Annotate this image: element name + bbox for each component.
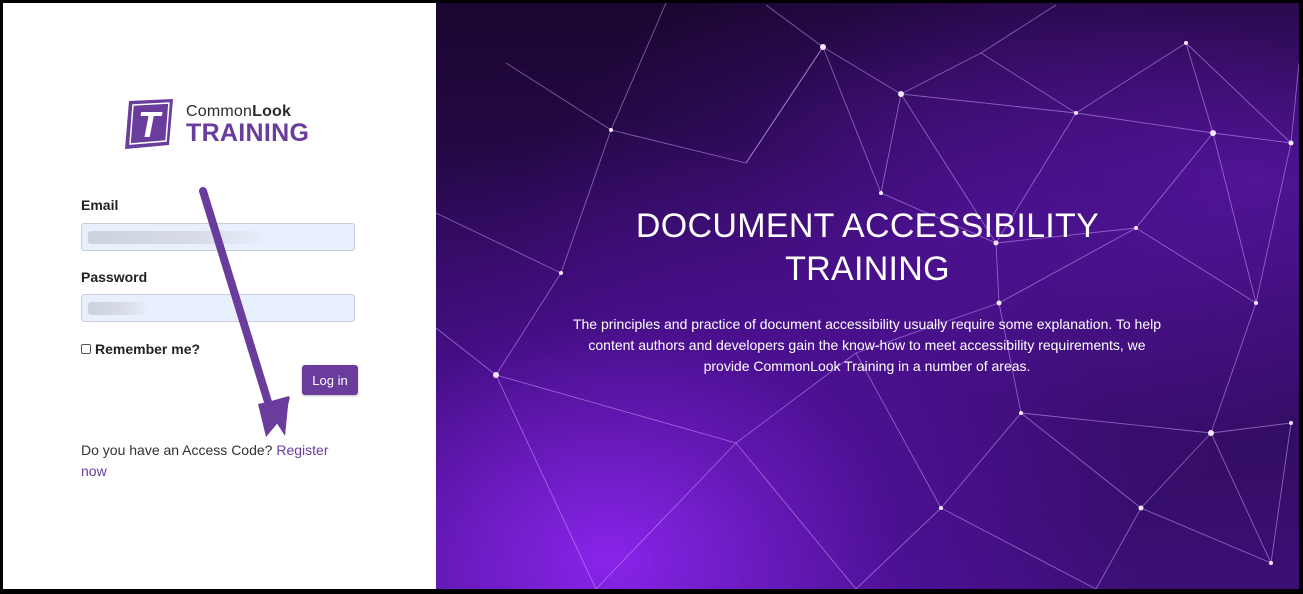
password-field[interactable] bbox=[81, 294, 355, 322]
hero-title: DOCUMENT ACCESSIBILITY TRAINING bbox=[635, 207, 1100, 288]
login-panel: T CommonLook TRAINING Email Password Rem… bbox=[3, 3, 436, 589]
login-button[interactable]: Log in bbox=[302, 365, 358, 395]
brand-logo: T CommonLook TRAINING bbox=[123, 97, 323, 153]
email-label: Email bbox=[81, 197, 119, 213]
email-field[interactable] bbox=[81, 223, 355, 251]
email-redaction bbox=[88, 231, 268, 244]
password-redaction bbox=[88, 302, 148, 315]
register-prompt: Do you have an Access Code? Register now bbox=[81, 440, 351, 482]
remember-label: Remember me? bbox=[95, 341, 201, 357]
hero-panel: DOCUMENT ACCESSIBILITY TRAINING The princ… bbox=[436, 3, 1299, 589]
remember-me[interactable]: Remember me? bbox=[81, 341, 200, 357]
logo-letter: T bbox=[138, 104, 163, 145]
password-label: Password bbox=[81, 269, 148, 285]
network-background bbox=[436, 3, 1299, 589]
brand-product: TRAINING bbox=[186, 119, 310, 147]
logo-t-icon: T bbox=[125, 99, 173, 149]
hero-description: The principles and practice of document … bbox=[572, 316, 1162, 374]
checkbox-icon[interactable] bbox=[81, 344, 91, 354]
access-code-text: Do you have an Access Code? bbox=[81, 442, 273, 458]
window-frame: T CommonLook TRAINING Email Password Rem… bbox=[3, 3, 1299, 589]
